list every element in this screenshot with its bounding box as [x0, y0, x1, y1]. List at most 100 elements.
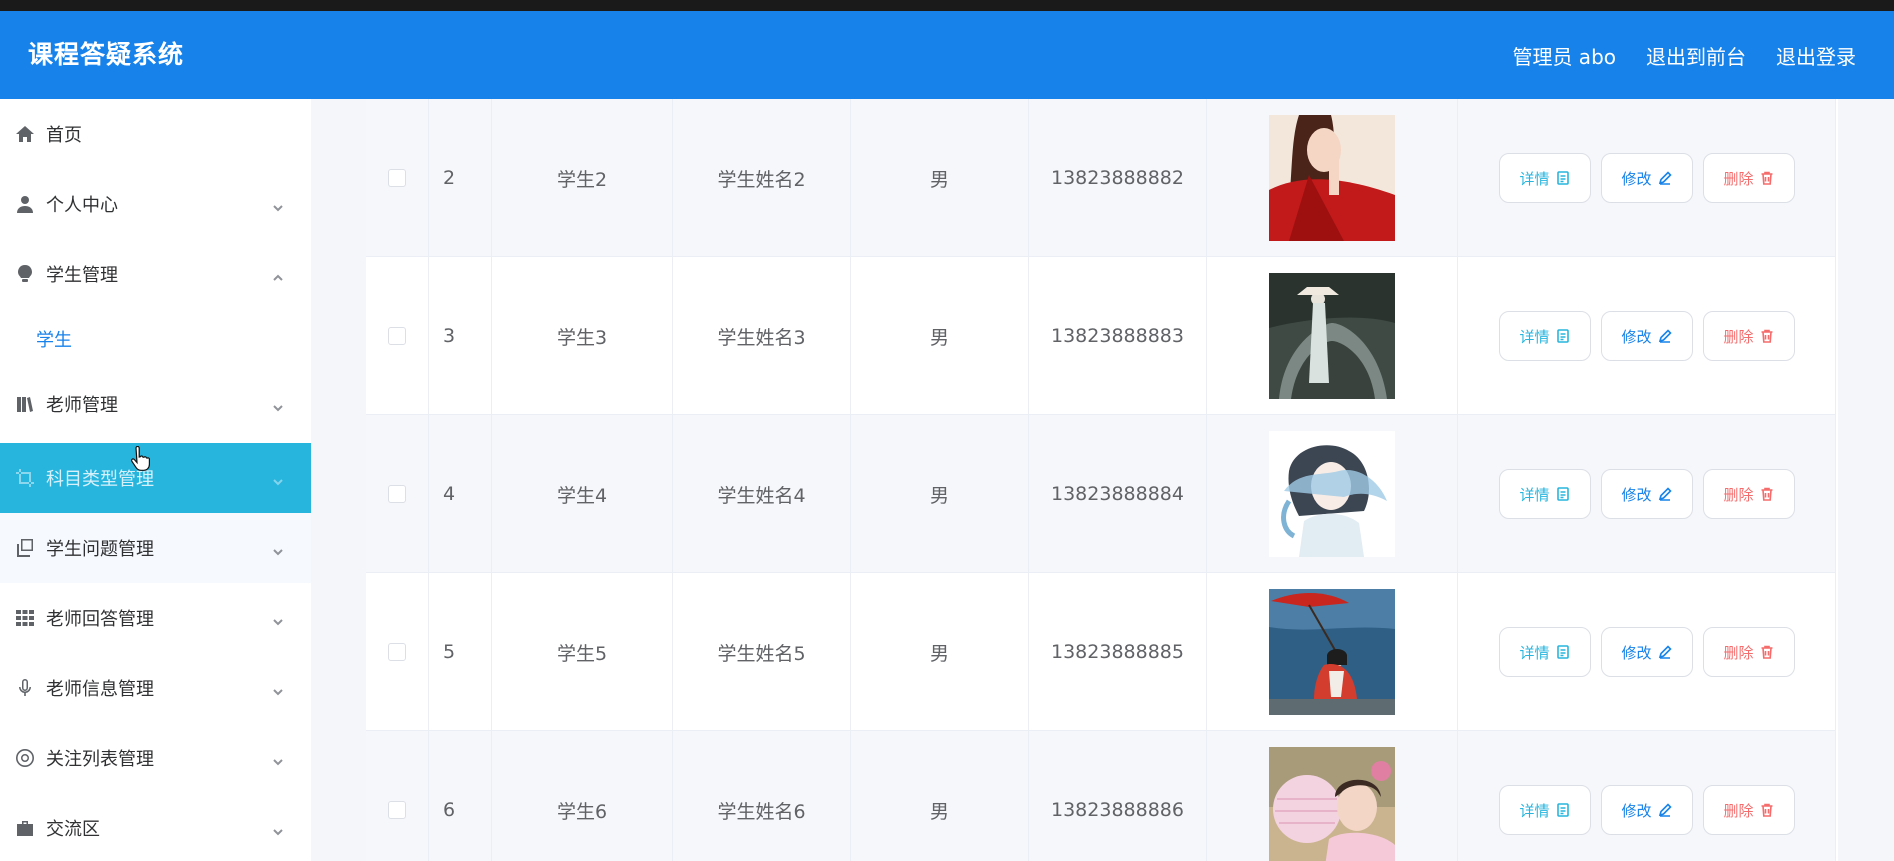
row-checkbox-cell	[366, 573, 429, 731]
student-account: 学生5	[492, 573, 673, 731]
trash-icon	[1761, 487, 1772, 501]
document-icon	[1556, 645, 1569, 659]
sidebar-item-label: 个人中心	[46, 195, 118, 216]
edit-button[interactable]: 修改	[1600, 153, 1693, 203]
chevron-up-icon	[272, 268, 284, 281]
edit-button[interactable]: 修改	[1600, 627, 1693, 677]
books-icon	[14, 393, 36, 415]
sidebar-item-follow-list-management[interactable]: 关注列表管理	[0, 723, 311, 793]
row-checkbox[interactable]	[388, 643, 406, 661]
row-checkbox[interactable]	[388, 327, 406, 345]
sidebar-item-student-question-management[interactable]: 学生问题管理	[0, 513, 311, 583]
student-photo-cell	[1207, 415, 1458, 573]
chevron-down-icon	[272, 198, 284, 212]
student-photo-cell	[1207, 731, 1458, 861]
pencil-icon	[1658, 329, 1672, 343]
student-phone: 13823888886	[1029, 731, 1207, 861]
copy-icon	[14, 537, 36, 559]
table-scrollbar[interactable]	[1838, 99, 1846, 861]
chevron-down-icon	[272, 752, 284, 766]
student-name: 学生姓名5	[673, 573, 851, 731]
pencil-icon	[1658, 487, 1672, 501]
detail-button[interactable]: 详情	[1498, 311, 1591, 361]
row-index: 3	[429, 257, 492, 415]
sidebar-item-label: 首页	[46, 125, 82, 146]
sidebar-item-home[interactable]: 首页	[0, 99, 311, 169]
delete-button[interactable]: 删除	[1702, 469, 1795, 519]
chevron-down-icon	[272, 612, 284, 626]
trash-icon	[1761, 803, 1772, 817]
document-icon	[1556, 803, 1569, 817]
row-checkbox-cell	[366, 731, 429, 861]
lifebuoy-icon	[14, 747, 36, 769]
row-actions: 详情 修改 删除	[1458, 257, 1836, 415]
sidebar-item-label: 关注列表管理	[46, 749, 154, 770]
sidebar-menu: 首页 个人中心 学生管理 学生 老师管理 科目类型管理 学生问题管理 老师回答管…	[0, 99, 311, 861]
table-row: 6 学生6 学生姓名6 男 13823888886 详情 修改 删除	[366, 731, 1836, 861]
top-header: 课程答疑系统 管理员 abo 退出到前台 退出登录	[0, 11, 1894, 99]
student-gender: 男	[851, 257, 1029, 415]
briefcase-icon	[14, 817, 36, 839]
sidebar-item-student-management[interactable]: 学生管理	[0, 239, 311, 309]
student-name: 学生姓名6	[673, 731, 851, 861]
sidebar-item-teacher-answer-management[interactable]: 老师回答管理	[0, 583, 311, 653]
exit-to-front-link[interactable]: 退出到前台	[1646, 41, 1746, 70]
delete-button[interactable]: 删除	[1702, 785, 1795, 835]
delete-button[interactable]: 删除	[1702, 153, 1795, 203]
student-account: 学生4	[492, 415, 673, 573]
student-photo	[1269, 747, 1395, 861]
row-checkbox-cell	[366, 415, 429, 573]
row-actions: 详情 修改 删除	[1458, 415, 1836, 573]
sidebar-subitem-student[interactable]: 学生	[0, 309, 311, 369]
sidebar-item-teacher-management[interactable]: 老师管理	[0, 369, 311, 439]
sidebar-item-label: 老师管理	[46, 395, 118, 416]
sidebar-item-exchange-area[interactable]: 交流区	[0, 793, 311, 861]
sidebar-item-label: 老师回答管理	[46, 609, 154, 630]
row-actions: 详情 修改 删除	[1458, 99, 1836, 257]
chevron-down-icon	[272, 682, 284, 696]
table-row: 2 学生2 学生姓名2 男 13823888882 详情 修改 删除	[366, 99, 1836, 257]
edit-button[interactable]: 修改	[1600, 469, 1693, 519]
table-row: 4 学生4 学生姓名4 男 13823888884 详情 修改 删除	[366, 415, 1836, 573]
detail-button-label: 详情	[1519, 643, 1550, 662]
student-photo	[1269, 115, 1395, 241]
delete-button-label: 删除	[1723, 327, 1754, 346]
chevron-down-icon	[272, 822, 284, 836]
edit-button[interactable]: 修改	[1600, 785, 1693, 835]
document-icon	[1556, 487, 1569, 501]
chevron-down-icon	[272, 472, 284, 486]
sidebar-item-teacher-info-management[interactable]: 老师信息管理	[0, 653, 311, 723]
edit-button-label: 修改	[1621, 485, 1652, 504]
detail-button[interactable]: 详情	[1498, 153, 1591, 203]
sidebar-item-subject-type-management[interactable]: 科目类型管理	[0, 443, 311, 513]
detail-button[interactable]: 详情	[1498, 627, 1591, 677]
row-index: 5	[429, 573, 492, 731]
logout-link[interactable]: 退出登录	[1776, 41, 1856, 70]
row-checkbox[interactable]	[388, 169, 406, 187]
document-icon	[1556, 329, 1569, 343]
detail-button[interactable]: 详情	[1498, 469, 1591, 519]
student-name: 学生姓名3	[673, 257, 851, 415]
delete-button-label: 删除	[1723, 801, 1754, 820]
row-index: 4	[429, 415, 492, 573]
student-account: 学生2	[492, 99, 673, 257]
detail-button-label: 详情	[1519, 801, 1550, 820]
hand-cursor-icon	[130, 445, 150, 472]
sidebar-item-label: 学生管理	[46, 265, 118, 286]
sidebar-item-personal-center[interactable]: 个人中心	[0, 169, 311, 239]
delete-button[interactable]: 删除	[1702, 311, 1795, 361]
student-phone: 13823888882	[1029, 99, 1207, 257]
delete-button[interactable]: 删除	[1702, 627, 1795, 677]
student-photo	[1269, 589, 1395, 715]
delete-button-label: 删除	[1723, 169, 1754, 188]
student-account: 学生3	[492, 257, 673, 415]
admin-user-label[interactable]: 管理员 abo	[1512, 41, 1616, 70]
row-checkbox[interactable]	[388, 485, 406, 503]
row-checkbox[interactable]	[388, 801, 406, 819]
student-gender: 男	[851, 99, 1029, 257]
edit-button-label: 修改	[1621, 643, 1652, 662]
row-actions: 详情 修改 删除	[1458, 731, 1836, 861]
detail-button[interactable]: 详情	[1498, 785, 1591, 835]
student-gender: 男	[851, 573, 1029, 731]
edit-button[interactable]: 修改	[1600, 311, 1693, 361]
